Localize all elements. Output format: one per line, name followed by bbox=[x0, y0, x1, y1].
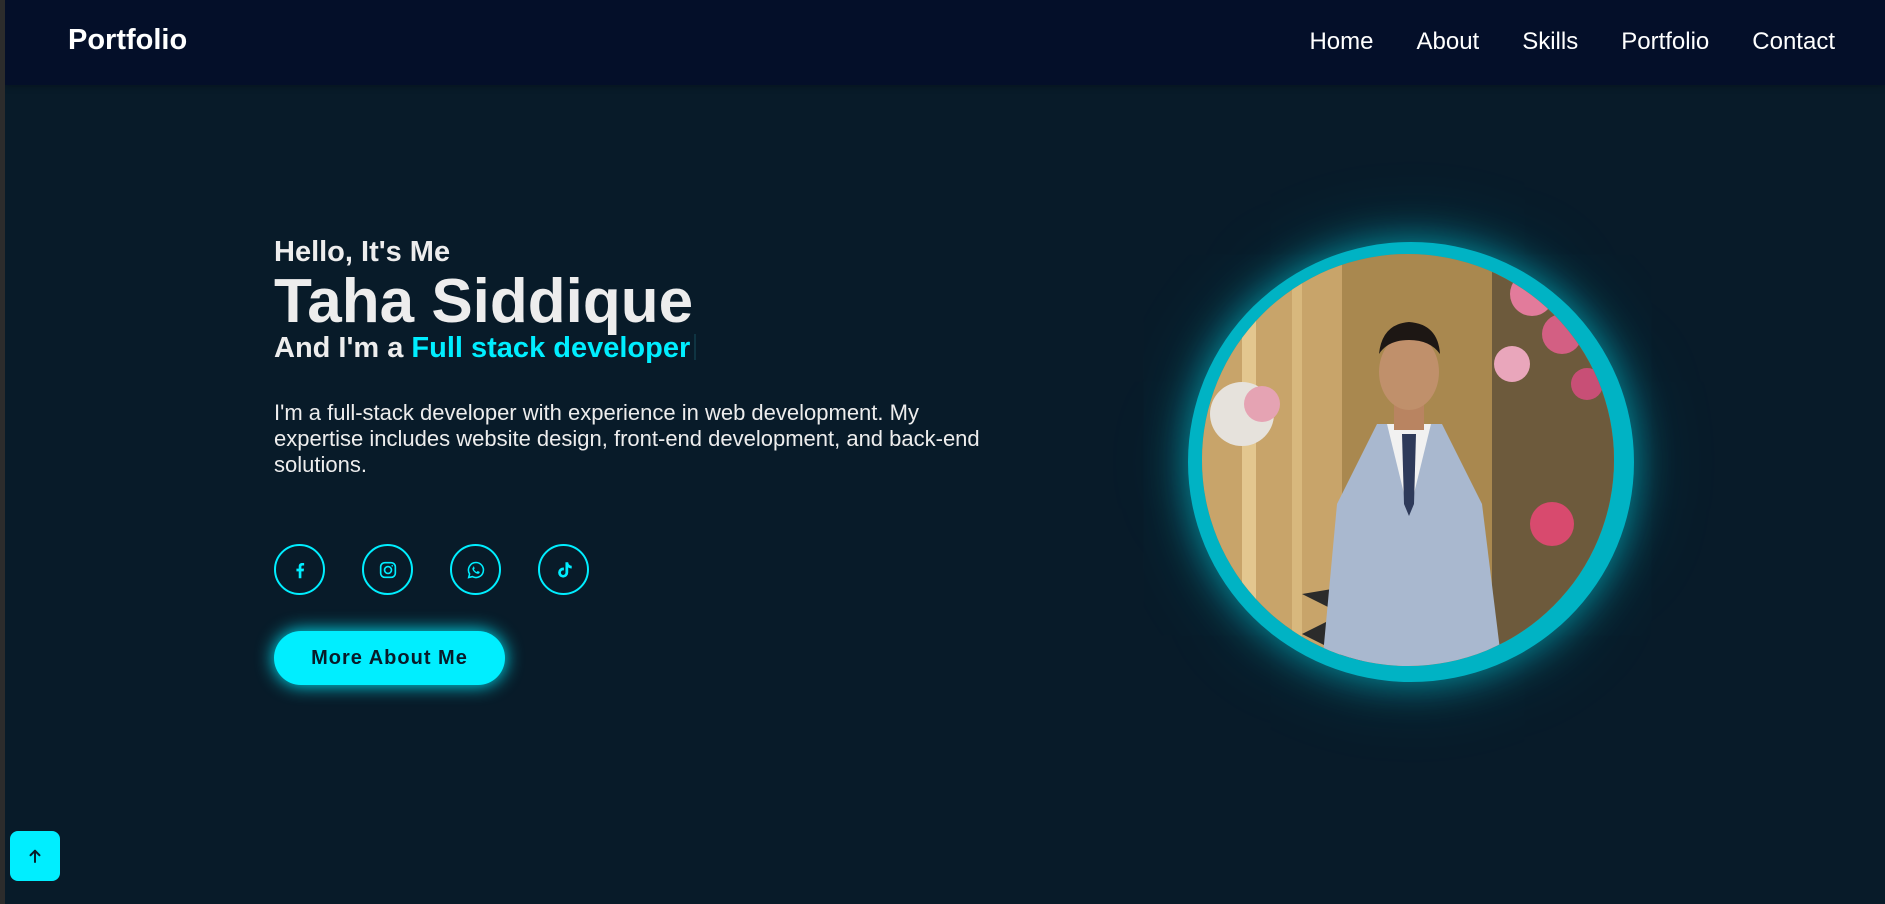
scroll-to-top-button[interactable] bbox=[10, 831, 60, 881]
whatsapp-link[interactable] bbox=[450, 544, 501, 595]
facebook-icon bbox=[295, 562, 304, 578]
nav-link-skills[interactable]: Skills bbox=[1522, 28, 1578, 56]
tiktok-icon bbox=[557, 561, 572, 578]
navbar: Portfolio Home About Skills Portfolio Co… bbox=[5, 0, 1885, 85]
nav-link-contact[interactable]: Contact bbox=[1752, 28, 1835, 56]
nav-link-about[interactable]: About bbox=[1417, 28, 1480, 56]
whatsapp-icon bbox=[467, 561, 484, 579]
instagram-link[interactable] bbox=[362, 544, 413, 595]
arrow-up-icon bbox=[29, 849, 41, 863]
typing-cursor bbox=[694, 334, 697, 360]
bio-text: I'm a full-stack developer with experien… bbox=[274, 400, 980, 477]
instagram-icon bbox=[379, 561, 396, 578]
page: Portfolio Home About Skills Portfolio Co… bbox=[5, 0, 1885, 904]
nav-link-home[interactable]: Home bbox=[1309, 28, 1373, 56]
hero-content: Hello, It's Me Taha Siddique And I'm a F… bbox=[274, 234, 1034, 685]
nav-links: Home About Skills Portfolio Contact bbox=[1309, 28, 1835, 56]
profile-photo-image bbox=[1202, 254, 1614, 666]
greeting: Hello, It's Me bbox=[274, 236, 451, 268]
hero-name: Taha Siddique bbox=[274, 267, 694, 336]
role-prefix: And I'm a bbox=[274, 332, 412, 364]
nav-link-portfolio[interactable]: Portfolio bbox=[1621, 28, 1709, 56]
role-text: Full stack developer bbox=[411, 332, 691, 364]
role-line: And I'm a Full stack developer bbox=[274, 330, 1034, 366]
profile-photo bbox=[1202, 254, 1614, 666]
tiktok-link[interactable] bbox=[538, 544, 589, 595]
facebook-link[interactable] bbox=[274, 544, 325, 595]
profile-photo-frame bbox=[1188, 242, 1634, 682]
logo[interactable]: Portfolio bbox=[68, 24, 187, 57]
more-about-me-button[interactable]: More About Me bbox=[274, 631, 505, 685]
social-links bbox=[274, 544, 1034, 595]
